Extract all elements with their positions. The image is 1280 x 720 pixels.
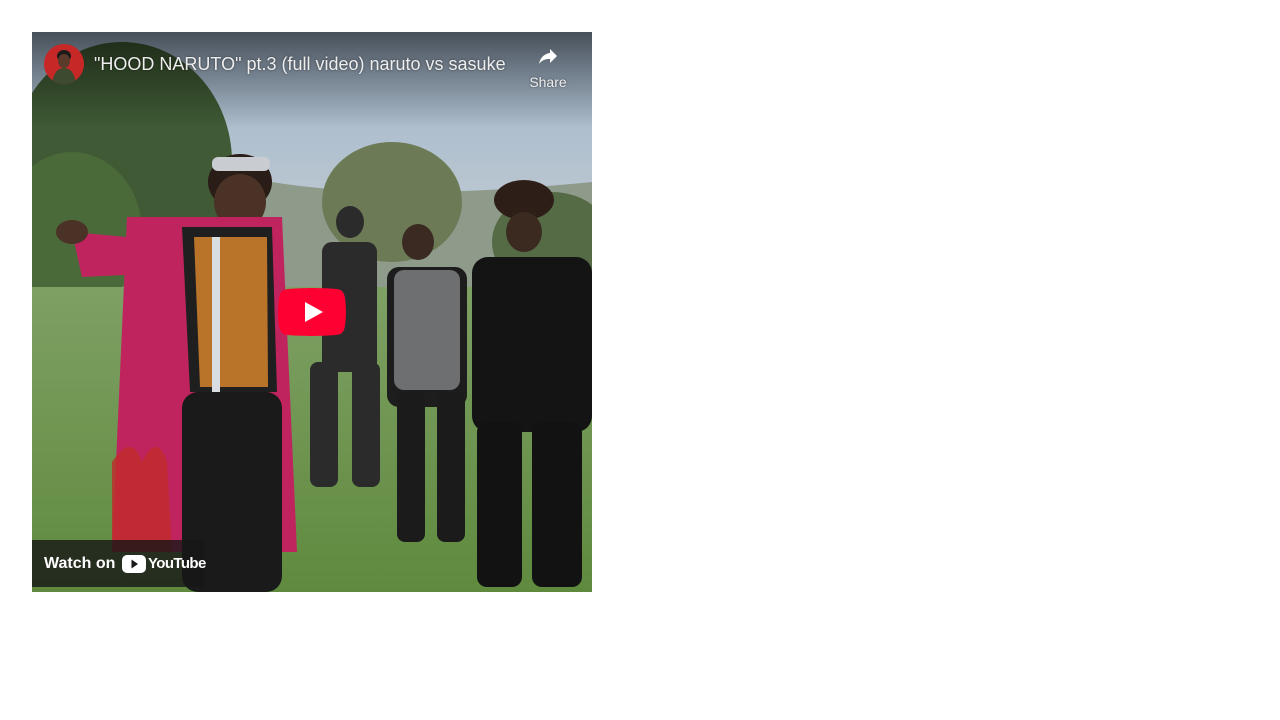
- share-arrow-icon: [539, 49, 557, 64]
- youtube-logo-icon: YouTube: [122, 554, 206, 574]
- youtube-embed-player[interactable]: "HOOD NARUTO" pt.3 (full video) naruto v…: [32, 32, 592, 592]
- watch-on-youtube-button[interactable]: Watch on YouTube: [32, 540, 206, 587]
- player-header: "HOOD NARUTO" pt.3 (full video) naruto v…: [32, 32, 592, 96]
- youtube-wordmark: YouTube: [148, 555, 206, 572]
- youtube-play-icon: [278, 288, 346, 336]
- channel-avatar[interactable]: [44, 44, 84, 84]
- watch-on-label: Watch on: [44, 555, 116, 572]
- share-button[interactable]: Share: [524, 44, 572, 92]
- share-label: Share: [529, 74, 567, 90]
- video-title-link[interactable]: "HOOD NARUTO" pt.3 (full video) naruto v…: [94, 53, 514, 75]
- play-button[interactable]: [278, 288, 346, 336]
